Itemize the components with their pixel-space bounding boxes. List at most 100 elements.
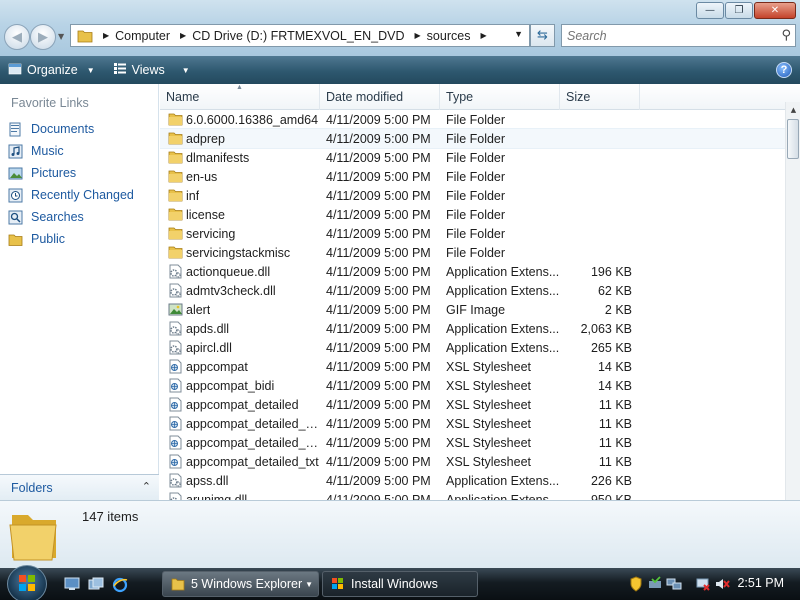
breadcrumb-separator[interactable]: ▶ — [103, 31, 109, 40]
taskbar-clock[interactable]: 2:51 PM — [737, 576, 784, 590]
scrollbar-thumb[interactable] — [787, 119, 799, 159]
file-row[interactable]: apircl.dll 4/11/2009 5:00 PM Application E… — [160, 338, 785, 357]
file-type: File Folder — [446, 226, 506, 241]
safely-remove-hardware-icon[interactable] — [647, 576, 663, 592]
column-header-size[interactable]: Size — [560, 84, 640, 110]
nav-item-recently-changed[interactable]: Recently Changed — [0, 184, 158, 206]
organize-icon — [8, 62, 22, 78]
taskbar-install-windows[interactable]: Install Windows — [322, 571, 478, 597]
file-row[interactable]: admtv3check.dll 4/11/2009 5:00 PM Applicat… — [160, 281, 785, 300]
breadcrumb-separator[interactable]: ▶ — [180, 31, 186, 40]
folder-icon — [171, 577, 185, 591]
column-header-date[interactable]: Date modified — [320, 84, 440, 110]
file-row[interactable]: servicingstackmisc 4/11/2009 5:00 PM File … — [160, 243, 785, 262]
breadcrumb-separator[interactable]: ▶ — [480, 31, 486, 40]
breadcrumb-cd-drive[interactable]: CD Drive (D:) FRTMEXVOL_EN_DVD — [192, 29, 404, 43]
file-row[interactable]: appcompat_detailed_b... 4/11/2009 5:00 PM… — [160, 433, 785, 452]
file-row[interactable]: apds.dll 4/11/2009 5:00 PM Application Ext… — [160, 319, 785, 338]
file-row[interactable]: actionqueue.dll 4/11/2009 5:00 PM Applicat… — [160, 262, 785, 281]
nav-item-music[interactable]: Music — [0, 140, 158, 162]
file-row[interactable]: appcompat_detailed_b... 4/11/2009 5:00 PM… — [160, 414, 785, 433]
vertical-scrollbar[interactable]: ▲ — [785, 102, 800, 500]
nav-item-pictures[interactable]: Pictures — [0, 162, 158, 184]
network-disconnected-icon[interactable] — [695, 576, 711, 592]
file-row[interactable]: appcompat 4/11/2009 5:00 PM XSL Stylesheet… — [160, 357, 785, 376]
help-button[interactable]: ? — [776, 62, 792, 78]
minimize-button[interactable]: — — [696, 2, 724, 19]
maximize-button[interactable]: ❐ — [725, 2, 753, 19]
breadcrumb-separator[interactable]: ▶ — [415, 31, 421, 40]
file-date: 4/11/2009 5:00 PM — [326, 378, 431, 393]
navigation-pane: Favorite Links Documents Music Pictures … — [0, 84, 159, 500]
forward-button[interactable]: ▶ — [30, 24, 56, 50]
file-name: dlmanifests — [186, 150, 250, 165]
file-type: File Folder — [446, 112, 506, 127]
nav-item-label: Recently Changed — [31, 188, 134, 202]
file-row[interactable]: alert 4/11/2009 5:00 PM GIF Image 2 KB — [160, 300, 785, 319]
folder-icon — [168, 188, 183, 203]
file-row[interactable]: license 4/11/2009 5:00 PM File Folder — [160, 205, 785, 224]
breadcrumb-sources[interactable]: sources — [427, 29, 471, 43]
start-button[interactable] — [7, 565, 47, 600]
folder-icon — [77, 29, 93, 43]
file-row[interactable]: en-us 4/11/2009 5:00 PM File Folder — [160, 167, 785, 186]
column-header-label: Name — [166, 90, 200, 104]
search-icon[interactable]: ⚲ — [781, 28, 791, 43]
item-count: 147 items — [82, 509, 139, 524]
nav-item-searches[interactable]: Searches — [0, 206, 158, 228]
breadcrumb-computer[interactable]: Computer — [115, 29, 170, 43]
recent-pages-dropdown[interactable]: ▼ — [58, 32, 64, 41]
address-bar[interactable]: ▶ Computer ▶ CD Drive (D:) FRTMEXVOL_EN_… — [70, 24, 530, 47]
file-name-cell: arunimg.dll — [160, 492, 320, 500]
column-header-type[interactable]: Type — [440, 84, 560, 110]
file-date: 4/11/2009 5:00 PM — [326, 264, 431, 279]
address-dropdown-icon[interactable]: ▼ — [514, 29, 523, 39]
file-row[interactable]: servicing 4/11/2009 5:00 PM File Folder — [160, 224, 785, 243]
file-row[interactable]: inf 4/11/2009 5:00 PM File Folder — [160, 186, 785, 205]
file-row[interactable]: appcompat_bidi 4/11/2009 5:00 PM XSL Style… — [160, 376, 785, 395]
taskbar-windows-explorer[interactable]: 5 Windows Explorer ▼ — [162, 571, 319, 597]
file-type: File Folder — [446, 169, 506, 184]
nav-item-documents[interactable]: Documents — [0, 118, 158, 140]
close-button[interactable]: ✕ — [754, 2, 796, 19]
folder-icon — [168, 245, 183, 260]
file-name-cell: actionqueue.dll — [160, 264, 320, 279]
nav-item-public[interactable]: Public — [0, 228, 158, 250]
pictures-icon — [8, 166, 23, 181]
file-name: servicing — [186, 226, 236, 241]
refresh-button[interactable]: ⇆ — [530, 24, 555, 47]
file-row[interactable]: adprep 4/11/2009 5:00 PM File Folder — [160, 128, 786, 149]
file-name-cell: adprep — [160, 131, 320, 146]
organize-button[interactable]: Organize ▼ — [8, 62, 95, 78]
network-icon[interactable] — [666, 576, 682, 592]
file-type: GIF Image — [446, 302, 506, 317]
switch-windows-icon[interactable] — [88, 577, 104, 591]
file-row[interactable]: 6.0.6000.16386_amd64 4/11/2009 5:00 PM Fil… — [160, 110, 785, 129]
views-button[interactable]: Views ▼ — [113, 62, 190, 78]
scroll-up-icon[interactable]: ▲ — [786, 102, 800, 118]
column-headers: ▲ Name Date modified Type Size — [160, 84, 800, 110]
file-row[interactable]: apss.dll 4/11/2009 5:00 PM Application Ext… — [160, 471, 785, 490]
column-header-name[interactable]: ▲ Name — [160, 84, 320, 110]
search-input[interactable] — [567, 28, 767, 43]
search-box[interactable]: ⚲ — [561, 24, 796, 47]
folders-toggle[interactable]: Folders ⌃ — [0, 474, 159, 500]
file-type: File Folder — [446, 150, 506, 165]
file-name-cell: appcompat_detailed_b... — [160, 416, 320, 431]
file-row[interactable]: arunimg.dll 4/11/2009 5:00 PM Application … — [160, 490, 785, 500]
sort-ascending-icon: ▲ — [236, 84, 243, 91]
show-desktop-icon[interactable] — [64, 577, 80, 591]
nav-item-label: Pictures — [31, 166, 77, 180]
file-name-cell: admtv3check.dll — [160, 283, 320, 298]
volume-muted-icon[interactable] — [714, 576, 730, 592]
file-name: appcompat_detailed — [186, 397, 299, 412]
file-row[interactable]: appcompat_detailed 4/11/2009 5:00 PM XSL S… — [160, 395, 785, 414]
public-folder-icon — [8, 232, 23, 247]
internet-explorer-icon[interactable] — [112, 577, 128, 593]
file-row[interactable]: dlmanifests 4/11/2009 5:00 PM File Folder — [160, 148, 785, 167]
file-size: 950 KB — [590, 492, 632, 501]
file-row[interactable]: appcompat_detailed_txt 4/11/2009 5:00 PM X… — [160, 452, 785, 471]
taskbar: 5 Windows Explorer ▼ Install Windows 2:5… — [0, 565, 800, 600]
back-button[interactable]: ◀ — [4, 24, 30, 50]
security-shield-icon[interactable] — [628, 576, 644, 592]
